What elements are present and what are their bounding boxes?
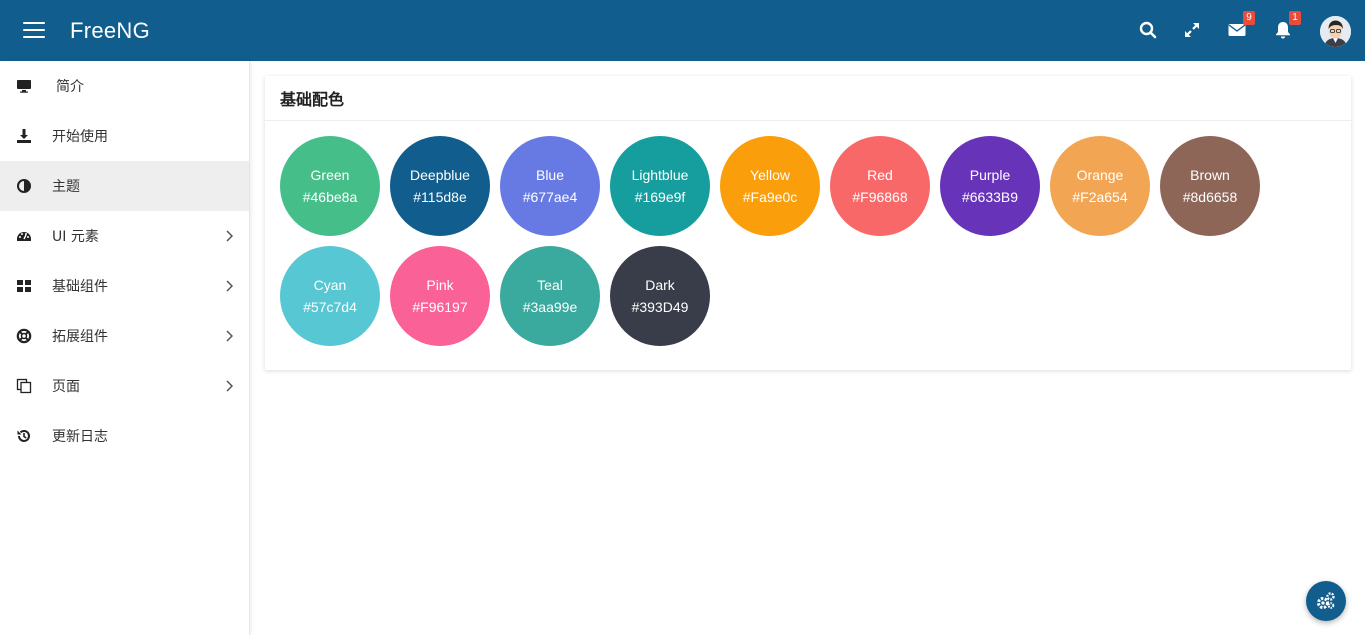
color-swatch-pink[interactable]: Pink #F96197: [390, 246, 490, 346]
swatch-color-name: Lightblue: [631, 167, 689, 183]
swatch-hex-code: #46be8a: [302, 189, 358, 205]
brand-title[interactable]: FreeNG: [70, 18, 150, 44]
life-ring-icon: [15, 327, 33, 345]
swatch-hex-code: #3aa99e: [522, 299, 578, 315]
sidebar-item-getting-started[interactable]: 开始使用: [0, 111, 249, 161]
bell-icon[interactable]: 1: [1273, 11, 1301, 40]
swatch-color-name: Dark: [645, 277, 675, 293]
swatch-hex-code: #677ae4: [522, 189, 578, 205]
dashboard-icon: [15, 227, 33, 245]
swatch-color-name: Deepblue: [410, 167, 470, 183]
color-swatch-teal[interactable]: Teal #3aa99e: [500, 246, 600, 346]
swatch-color-name: Pink: [426, 277, 454, 293]
swatch-hex-code: #8d6658: [1182, 189, 1238, 205]
color-swatch-cyan[interactable]: Cyan #57c7d4: [280, 246, 380, 346]
color-swatch-brown[interactable]: Brown #8d6658: [1160, 136, 1260, 236]
sidebar-item-basic-components[interactable]: 基础组件: [0, 261, 249, 311]
search-icon[interactable]: [1138, 20, 1158, 40]
user-avatar[interactable]: [1320, 16, 1351, 47]
sidebar-item-label: 开始使用: [52, 129, 108, 145]
color-swatch-green[interactable]: Green #46be8a: [280, 136, 380, 236]
settings-gear-icon[interactable]: [1306, 581, 1346, 621]
sidebar-item-label: 基础组件: [52, 279, 108, 295]
color-swatch-orange[interactable]: Orange #F2a654: [1050, 136, 1150, 236]
color-swatch-red[interactable]: Red #F96868: [830, 136, 930, 236]
sidebar-item-ui-elements[interactable]: UI 元素: [0, 211, 249, 261]
color-swatch-purple[interactable]: Purple #6633B9: [940, 136, 1040, 236]
sidebar-item-label: 简介: [56, 79, 84, 95]
monitor-icon: [15, 77, 33, 95]
top-header: FreeNG 9 1: [0, 0, 1365, 61]
sidebar-item-label: 主题: [52, 179, 80, 195]
mail-icon[interactable]: 9: [1227, 11, 1255, 40]
sidebar-item-theme[interactable]: 主题: [0, 161, 249, 211]
swatch-hex-code: #393D49: [631, 299, 689, 315]
swatch-color-name: Cyan: [313, 277, 347, 293]
swatch-hex-code: #F2a654: [1072, 189, 1128, 205]
sidebar-item-label: 页面: [52, 379, 80, 395]
swatch-color-name: Yellow: [750, 167, 790, 183]
swatch-color-name: Red: [867, 167, 893, 183]
chevron-right-icon: [226, 280, 233, 292]
adjust-icon: [15, 177, 33, 195]
swatch-color-name: Green: [310, 167, 350, 183]
swatch-hex-code: #6633B9: [961, 189, 1019, 205]
swatch-hex-code: #115d8e: [413, 189, 467, 205]
chevron-right-icon: [226, 230, 233, 242]
color-swatch-yellow[interactable]: Yellow #Fa9e0c: [720, 136, 820, 236]
history-icon: [15, 427, 33, 445]
swatch-color-name: Teal: [537, 277, 563, 293]
swatch-hex-code: #169e9f: [634, 189, 686, 205]
sidebar-item-extended-components[interactable]: 拓展组件: [0, 311, 249, 361]
fullscreen-expand-icon[interactable]: [1182, 20, 1202, 40]
sidebar-item-label: 更新日志: [52, 429, 108, 445]
sidebar-item-intro[interactable]: 简介: [0, 61, 249, 111]
sidebar-item-label: UI 元素: [52, 229, 99, 245]
notification-count-badge: 1: [1289, 11, 1301, 25]
grid-icon: [15, 277, 33, 295]
mail-count-badge: 9: [1243, 11, 1255, 25]
swatch-color-name: Orange: [1076, 167, 1124, 183]
chevron-right-icon: [226, 380, 233, 392]
card-title: 基础配色: [265, 76, 1351, 121]
color-swatch-dark[interactable]: Dark #393D49: [610, 246, 710, 346]
sidebar-item-pages[interactable]: 页面: [0, 361, 249, 411]
chevron-right-icon: [226, 330, 233, 342]
swatch-color-name: Purple: [969, 167, 1011, 183]
sidebar-item-changelog[interactable]: 更新日志: [0, 411, 249, 461]
swatch-color-name: Blue: [535, 167, 565, 183]
menu-toggle-icon[interactable]: [23, 22, 45, 40]
download-icon: [15, 127, 33, 145]
swatch-hex-code: #F96868: [852, 189, 908, 205]
copy-icon: [15, 377, 33, 395]
sidebar-item-label: 拓展组件: [52, 329, 108, 345]
sidebar-nav: 简介 开始使用 主题 UI 元素 基础组件 拓展组件 页面 更新日志: [0, 61, 250, 635]
swatch-color-name: Brown: [1190, 167, 1230, 183]
swatch-hex-code: #57c7d4: [303, 299, 357, 315]
color-swatch-lightblue[interactable]: Lightblue #169e9f: [610, 136, 710, 236]
color-swatch-deepblue[interactable]: Deepblue #115d8e: [390, 136, 490, 236]
swatch-hex-code: #F96197: [412, 299, 468, 315]
color-swatch-blue[interactable]: Blue #677ae4: [500, 136, 600, 236]
swatch-hex-code: #Fa9e0c: [742, 189, 798, 205]
color-palette-card: 基础配色 Green #46be8a Deepblue #115d8e Blue #677…: [265, 76, 1351, 370]
